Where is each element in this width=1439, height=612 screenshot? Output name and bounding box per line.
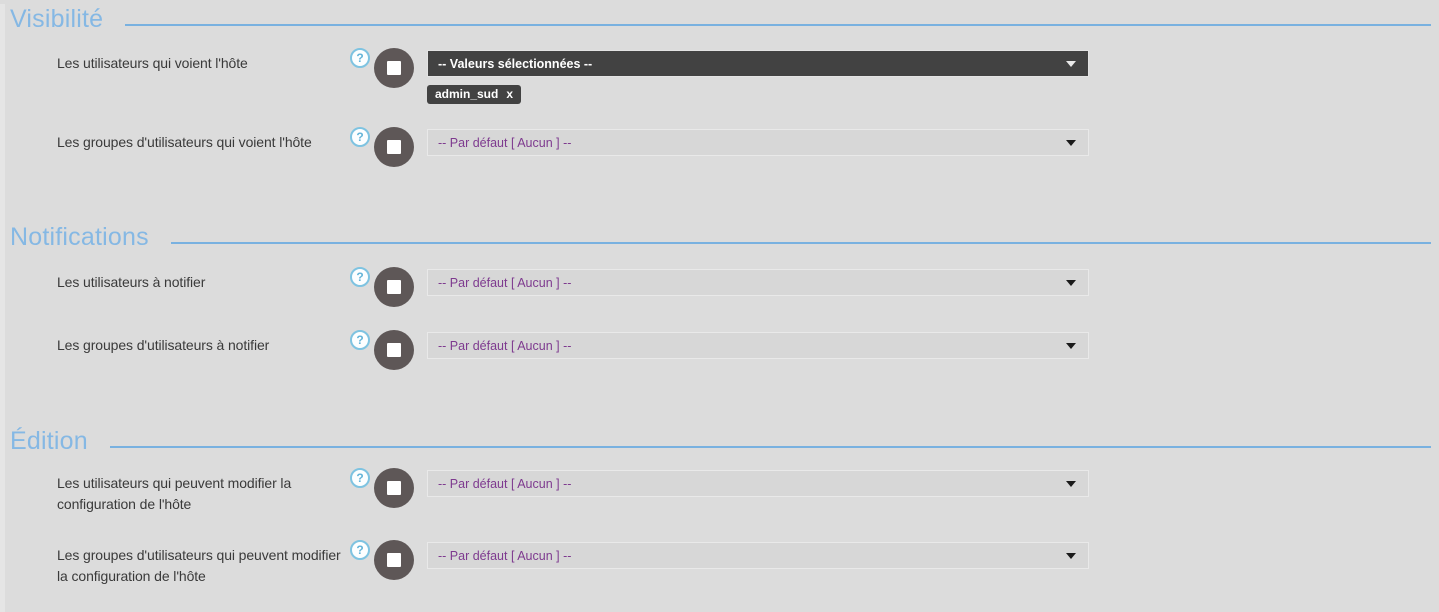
clear-field-button[interactable] (374, 468, 414, 508)
stop-square-icon (387, 481, 401, 495)
section-title-edition: Édition (10, 427, 88, 456)
stop-square-icon (387, 280, 401, 294)
notify-users-select[interactable]: -- Par défaut [ Aucun ] -- (427, 269, 1089, 296)
chevron-down-icon (1066, 61, 1076, 67)
section-title-visibilite: Visibilité (10, 5, 103, 34)
field-label: Les groupes d'utilisateurs qui voient l'… (57, 127, 350, 153)
form-row-visibility-groups: Les groupes d'utilisateurs qui voient l'… (57, 127, 1439, 167)
select-value: -- Par défaut [ Aucun ] -- (438, 549, 1066, 563)
section-header-visibilite: Visibilité (10, 4, 1433, 34)
form-row-edit-users: Les utilisateurs qui peuvent modifier la… (57, 468, 1439, 515)
select-value: -- Par défaut [ Aucun ] -- (438, 136, 1066, 150)
edit-users-select[interactable]: -- Par défaut [ Aucun ] -- (427, 470, 1089, 497)
field-label: Les utilisateurs qui voient l'hôte (57, 48, 350, 74)
field-label: Les groupes d'utilisateurs qui peuvent m… (57, 540, 350, 587)
chevron-down-icon (1066, 280, 1076, 286)
help-icon[interactable]: ? (350, 540, 370, 560)
clear-field-button[interactable] (374, 127, 414, 167)
stop-square-icon (387, 343, 401, 357)
chevron-down-icon (1066, 481, 1076, 487)
help-icon[interactable]: ? (350, 330, 370, 350)
clear-field-button[interactable] (374, 267, 414, 307)
select-column: -- Par défaut [ Aucun ] -- (427, 540, 1089, 569)
select-column: -- Par défaut [ Aucun ] -- (427, 267, 1089, 296)
field-label: Les utilisateurs à notifier (57, 267, 350, 293)
selected-tags: admin_sud x (427, 85, 1089, 104)
select-value: -- Par défaut [ Aucun ] -- (438, 339, 1066, 353)
stop-square-icon (387, 553, 401, 567)
section-divider (125, 24, 1431, 26)
help-icon[interactable]: ? (350, 127, 370, 147)
chevron-down-icon (1066, 140, 1076, 146)
form-row-edit-groups: Les groupes d'utilisateurs qui peuvent m… (57, 540, 1439, 587)
select-value: -- Valeurs sélectionnées -- (438, 57, 1066, 71)
field-label: Les groupes d'utilisateurs à notifier (57, 330, 350, 356)
section-title-notifications: Notifications (10, 223, 149, 252)
field-label: Les utilisateurs qui peuvent modifier la… (57, 468, 350, 515)
visibility-groups-select[interactable]: -- Par défaut [ Aucun ] -- (427, 129, 1089, 156)
select-value: -- Par défaut [ Aucun ] -- (438, 477, 1066, 491)
clear-field-button[interactable] (374, 48, 414, 88)
chevron-down-icon (1066, 553, 1076, 559)
help-icon[interactable]: ? (350, 468, 370, 488)
help-icon[interactable]: ? (350, 48, 370, 68)
tag-label: admin_sud (435, 88, 498, 101)
notify-groups-select[interactable]: -- Par défaut [ Aucun ] -- (427, 332, 1089, 359)
section-divider (110, 446, 1431, 448)
select-column: -- Par défaut [ Aucun ] -- (427, 330, 1089, 359)
help-icon[interactable]: ? (350, 267, 370, 287)
form-row-notify-groups: Les groupes d'utilisateurs à notifier ? … (57, 330, 1439, 370)
select-column: -- Valeurs sélectionnées -- admin_sud x (427, 48, 1089, 104)
edit-groups-select[interactable]: -- Par défaut [ Aucun ] -- (427, 542, 1089, 569)
section-divider (171, 242, 1431, 244)
remove-tag-icon[interactable]: x (506, 88, 513, 101)
clear-field-button[interactable] (374, 330, 414, 370)
clear-field-button[interactable] (374, 540, 414, 580)
form-row-visibility-users: Les utilisateurs qui voient l'hôte ? -- … (57, 48, 1439, 104)
section-header-notifications: Notifications (10, 222, 1433, 252)
stop-square-icon (387, 61, 401, 75)
stop-square-icon (387, 140, 401, 154)
select-column: -- Par défaut [ Aucun ] -- (427, 127, 1089, 156)
section-header-edition: Édition (10, 426, 1433, 456)
chevron-down-icon (1066, 343, 1076, 349)
select-column: -- Par défaut [ Aucun ] -- (427, 468, 1089, 497)
select-value: -- Par défaut [ Aucun ] -- (438, 276, 1066, 290)
form-row-notify-users: Les utilisateurs à notifier ? -- Par déf… (57, 267, 1439, 307)
selected-tag-admin-sud: admin_sud x (427, 85, 521, 104)
host-acl-form: Visibilité Les utilisateurs qui voient l… (0, 4, 1439, 587)
visibility-users-select[interactable]: -- Valeurs sélectionnées -- (427, 50, 1089, 77)
